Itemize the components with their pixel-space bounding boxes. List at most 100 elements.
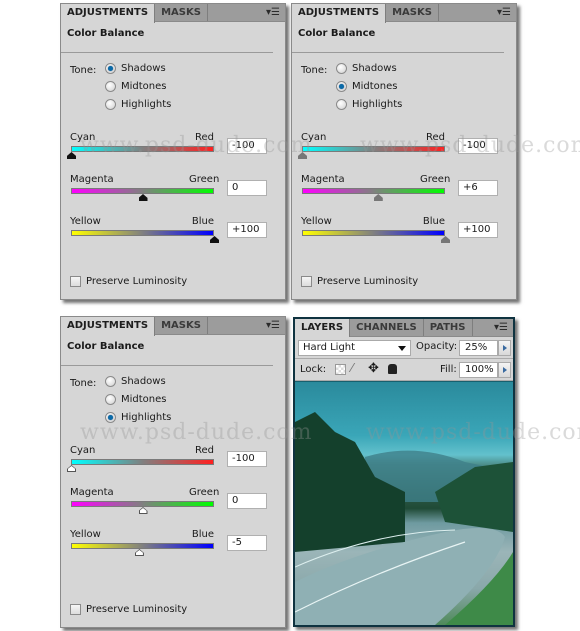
- opacity-slider-button[interactable]: [498, 340, 511, 356]
- tone-group: Tone: Shadows Midtones Highlights: [61, 53, 285, 128]
- slider-yellow-blue: Yellow Blue +100: [301, 216, 511, 254]
- radio-icon[interactable]: [105, 412, 116, 423]
- radio-icon[interactable]: [336, 63, 347, 74]
- radio-icon[interactable]: [105, 99, 116, 110]
- tab-adjustments[interactable]: ADJUSTMENTS: [61, 317, 156, 336]
- tab-adjustments[interactable]: ADJUSTMENTS: [292, 4, 387, 23]
- slider-right-label: Red: [426, 132, 445, 143]
- slider-thumb[interactable]: [210, 236, 219, 243]
- layers-panel: LAYERS CHANNELS PATHS ▾☰ Hard Light Opac…: [293, 317, 515, 627]
- tab-paths[interactable]: PATHS: [424, 319, 473, 336]
- slider-thumb[interactable]: [138, 194, 148, 201]
- lock-position-move-icon[interactable]: ✥: [368, 361, 379, 376]
- chevron-down-icon: [398, 346, 406, 351]
- panel-title: Color Balance: [298, 28, 376, 39]
- lock-image-brush-icon[interactable]: ⁄: [351, 361, 353, 375]
- radio-icon[interactable]: [105, 81, 116, 92]
- opacity-input[interactable]: 25%: [459, 340, 498, 356]
- preserve-luminosity-checkbox[interactable]: Preserve Luminosity: [70, 276, 187, 287]
- slider-thumb[interactable]: [373, 194, 383, 201]
- slider-value-input[interactable]: -100: [458, 138, 498, 154]
- slider-value-input[interactable]: -100: [227, 451, 267, 467]
- radio-icon[interactable]: [105, 63, 116, 74]
- tab-adjustments[interactable]: ADJUSTMENTS: [61, 4, 156, 23]
- color-slider-track[interactable]: [71, 501, 214, 507]
- slider-thumb[interactable]: [67, 152, 76, 159]
- slider-thumb[interactable]: [298, 152, 307, 159]
- slider-value-input[interactable]: 0: [227, 493, 267, 509]
- slider-left-label: Cyan: [70, 132, 96, 143]
- panel-menu-icon[interactable]: ▾☰: [497, 7, 511, 18]
- tab-layers[interactable]: LAYERS: [295, 319, 351, 338]
- radio-shadows[interactable]: Shadows: [336, 63, 397, 74]
- slider-thumb[interactable]: [138, 507, 148, 514]
- radio-shadows[interactable]: Shadows: [105, 376, 166, 387]
- panel-menu-icon[interactable]: ▾☰: [266, 7, 280, 18]
- radio-highlights[interactable]: Highlights: [336, 99, 402, 110]
- radio-highlights[interactable]: Highlights: [105, 412, 171, 423]
- color-slider-track[interactable]: [302, 230, 445, 236]
- slider-value-input[interactable]: -100: [227, 138, 267, 154]
- lock-transparent-icon[interactable]: [335, 364, 346, 375]
- blend-mode-select[interactable]: Hard Light: [298, 340, 411, 356]
- color-slider-track[interactable]: [302, 188, 445, 194]
- tone-label: Tone:: [301, 65, 328, 76]
- slider-magenta-green: Magenta Green 0: [70, 487, 280, 525]
- slider-thumb[interactable]: [441, 236, 450, 243]
- radio-midtones[interactable]: Midtones: [105, 394, 167, 405]
- panel-title: Color Balance: [67, 28, 145, 39]
- slider-thumb[interactable]: [134, 549, 144, 556]
- color-slider-track[interactable]: [71, 543, 214, 549]
- fill-input[interactable]: 100%: [459, 362, 498, 378]
- slider-right-label: Green: [189, 487, 220, 498]
- checkbox-icon[interactable]: [301, 276, 312, 287]
- checkbox-icon[interactable]: [70, 604, 81, 615]
- color-balance-panel: ADJUSTMENTS MASKS ▾☰ Color Balance Tone:…: [60, 316, 286, 628]
- lock-all-icon[interactable]: [388, 364, 397, 374]
- slider-yellow-blue: Yellow Blue -5: [70, 529, 280, 567]
- slider-value-input[interactable]: +6: [458, 180, 498, 196]
- radio-label: Highlights: [121, 412, 172, 423]
- color-slider-track[interactable]: [71, 230, 214, 236]
- color-slider-track[interactable]: [71, 146, 214, 152]
- radio-label: Highlights: [352, 99, 403, 110]
- slider-left-label: Cyan: [70, 445, 96, 456]
- radio-shadows[interactable]: Shadows: [105, 63, 166, 74]
- radio-icon[interactable]: [336, 99, 347, 110]
- preserve-luminosity-checkbox[interactable]: Preserve Luminosity: [70, 604, 187, 615]
- preserve-luminosity-checkbox[interactable]: Preserve Luminosity: [301, 276, 418, 287]
- tab-channels[interactable]: CHANNELS: [350, 319, 424, 336]
- slider-value-input[interactable]: -5: [227, 535, 267, 551]
- radio-icon[interactable]: [105, 394, 116, 405]
- radio-icon[interactable]: [105, 376, 116, 387]
- slider-value-input[interactable]: +100: [458, 222, 498, 238]
- radio-midtones[interactable]: Midtones: [105, 81, 167, 92]
- slider-left-label: Yellow: [301, 216, 332, 227]
- slider-magenta-green: Magenta Green +6: [301, 174, 511, 212]
- radio-label: Shadows: [121, 63, 166, 74]
- fill-slider-button[interactable]: [498, 362, 511, 378]
- checkbox-icon[interactable]: [70, 276, 81, 287]
- color-slider-track[interactable]: [302, 146, 445, 152]
- opacity-label: Opacity:: [416, 341, 458, 352]
- slider-left-label: Yellow: [70, 216, 101, 227]
- color-slider-track[interactable]: [71, 459, 214, 465]
- radio-label: Shadows: [121, 376, 166, 387]
- slider-left-label: Magenta: [70, 174, 114, 185]
- sliders-group: Cyan Red -100 Magenta Green +6 Yellow Blue +100: [292, 128, 516, 278]
- color-slider-track[interactable]: [71, 188, 214, 194]
- slider-value-input[interactable]: +100: [227, 222, 267, 238]
- panel-tabbar: ADJUSTMENTS MASKS ▾☰: [61, 4, 285, 23]
- slider-value-input[interactable]: 0: [227, 180, 267, 196]
- tab-masks[interactable]: MASKS: [386, 4, 439, 21]
- panel-menu-icon[interactable]: ▾☰: [266, 320, 280, 331]
- radio-midtones[interactable]: Midtones: [336, 81, 398, 92]
- radio-highlights[interactable]: Highlights: [105, 99, 171, 110]
- slider-right-label: Red: [195, 445, 214, 456]
- slider-thumb[interactable]: [67, 465, 76, 472]
- slider-left-label: Yellow: [70, 529, 101, 540]
- tab-masks[interactable]: MASKS: [155, 4, 208, 21]
- radio-icon[interactable]: [336, 81, 347, 92]
- panel-menu-icon[interactable]: ▾☰: [494, 322, 508, 333]
- tab-masks[interactable]: MASKS: [155, 317, 208, 334]
